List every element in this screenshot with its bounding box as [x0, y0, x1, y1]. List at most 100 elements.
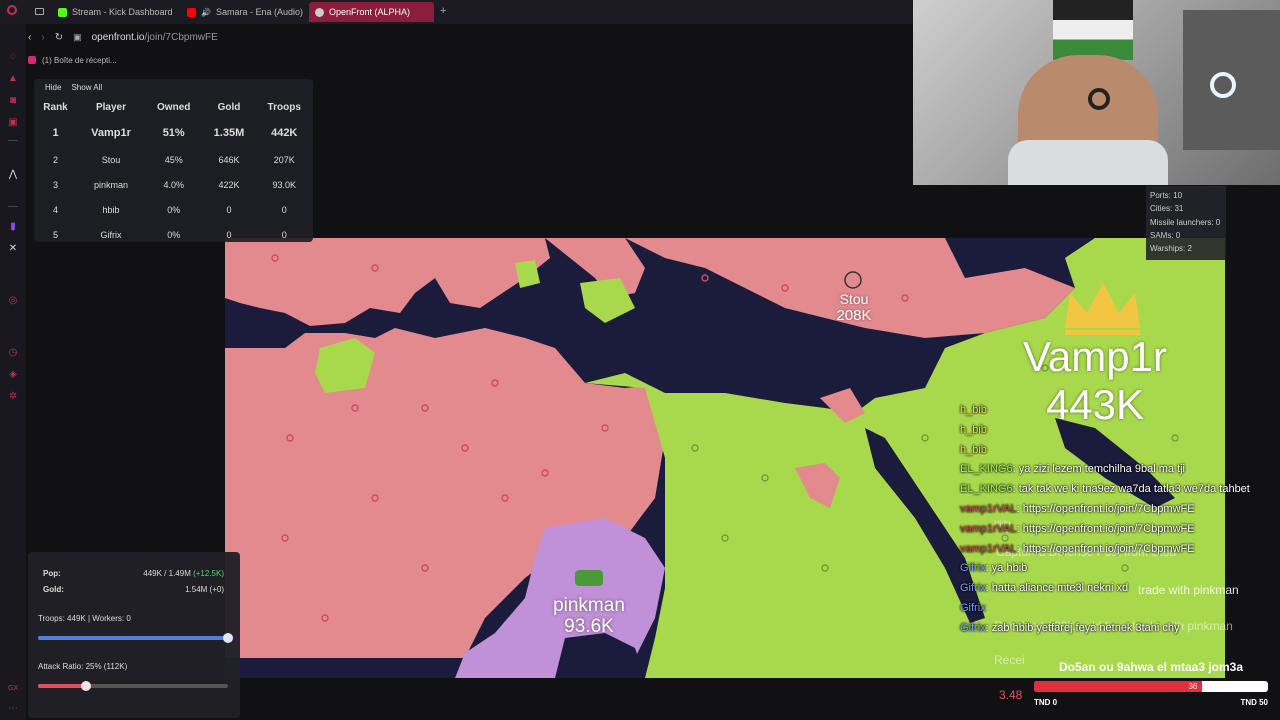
reload-icon[interactable]: ↻	[55, 32, 63, 43]
settings-icon[interactable]: ✲	[8, 392, 18, 402]
attack-ratio-slider-fill	[38, 684, 86, 688]
target-icon[interactable]: ◎	[8, 296, 18, 306]
chat-text: : https://openfront.io/join/7CbpmwFE	[1016, 522, 1195, 535]
chat-username[interactable]: Gifrix	[960, 622, 986, 634]
forward-icon[interactable]: ›	[41, 32, 44, 43]
table-row[interactable]: 3 pinkman 4.0% 422K 93.0K	[34, 172, 313, 197]
back-icon[interactable]: ‹	[28, 32, 31, 43]
player-label-stou: Stou 208K	[819, 292, 889, 323]
bookmark-item[interactable]: (1) Boîte de récepti...	[42, 56, 117, 65]
chat-username[interactable]: Gifrix	[960, 582, 986, 594]
whatsapp-icon[interactable]: ▣	[8, 118, 18, 128]
chat-message: EL_KING6: ya zizi lezem temchilha 9bal m…	[960, 463, 1185, 475]
chat-message: Gifrix: ya hbib	[960, 562, 1027, 574]
address-bar[interactable]: ‹ › ↻ ▣ openfront.io/join/7CbpmwFE	[28, 26, 928, 48]
player-troops: 443K	[1045, 381, 1145, 428]
arrow-icon[interactable]: ⋀	[8, 170, 18, 180]
cell-troops: 207K	[273, 154, 295, 165]
kick-icon	[58, 7, 67, 17]
tab-youtube-audio[interactable]: 🔊 Samara - Ena (Audio)	[181, 2, 305, 22]
tab-openfront[interactable]: OpenFront (ALPHA)	[309, 2, 434, 22]
cell-rank: 3	[53, 179, 59, 190]
troops-workers-label: Troops: 449K | Workers: 0	[38, 614, 131, 623]
header-troops: Troops	[267, 101, 301, 113]
show-all-button[interactable]: Show All	[71, 83, 102, 92]
tab-kick-dashboard[interactable]: Stream - Kick Dashboard	[52, 2, 180, 22]
bag-icon[interactable]: ▲	[8, 74, 18, 84]
speaker-icon[interactable]: 🔊	[201, 8, 211, 17]
cube-icon[interactable]: ◈	[8, 370, 18, 380]
twitch-icon[interactable]: ▮	[8, 222, 18, 232]
clock-icon[interactable]: ◷	[8, 348, 18, 358]
attack-ratio-slider-knob[interactable]	[80, 681, 91, 691]
troops-slider[interactable]	[38, 633, 233, 643]
chat-message: vamp1rVAL: https://openfront.io/join/7Cb…	[960, 543, 1195, 555]
chat-message: h_bib	[960, 424, 987, 436]
chat-text: : ya hbib	[985, 562, 1028, 575]
tab-menu-icon[interactable]	[35, 8, 44, 15]
hide-button[interactable]: Hide	[45, 83, 61, 92]
ports-count: Ports: 10	[1150, 191, 1183, 200]
opera-logo-icon[interactable]	[7, 5, 17, 15]
chat-username[interactable]: EL_KING6	[960, 463, 1013, 475]
donation-progress-fill	[1034, 681, 1203, 692]
table-row[interactable]: 4 hbib 0% 0 0	[34, 197, 313, 222]
chat-username[interactable]: vamp1rVAL	[960, 543, 1017, 555]
cell-player: hbib	[102, 204, 120, 215]
header-gold: Gold	[217, 101, 241, 113]
chat-message: Gifrix	[960, 602, 986, 614]
messenger-icon[interactable]: ◌	[8, 52, 18, 62]
chat-text: : hatta aliance mte3l nekni xd	[985, 582, 1129, 595]
troops-slider-knob[interactable]	[223, 633, 233, 643]
instagram-icon[interactable]: ◙	[8, 96, 18, 106]
cell-owned: 0%	[167, 229, 181, 240]
gold-label: Gold:	[43, 585, 64, 594]
header-rank: Rank	[43, 101, 68, 113]
gx-icon[interactable]: GX	[8, 684, 18, 694]
url-text[interactable]: openfront.io/join/7CbpmwFE	[92, 32, 218, 43]
tab-label: OpenFront (ALPHA)	[329, 7, 411, 17]
chat-username[interactable]: h_bib	[960, 444, 987, 456]
cell-troops: 0	[281, 229, 287, 240]
url-domain: openfront.io	[91, 31, 145, 43]
territory-europe-red[interactable]	[225, 238, 550, 326]
leaderboard-panel: Hide Show All Rank Player Owned Gold Tro…	[34, 79, 313, 242]
player-troops: 93.6K	[564, 616, 614, 637]
donation-goal-widget: Do5an ou 9ahwa el mtaa3 jom3a 36 TND 0 T…	[1034, 656, 1268, 712]
table-row[interactable]: 5 Gifrix 0% 0 0	[34, 222, 313, 247]
cell-troops: 442K	[271, 126, 298, 139]
x-icon[interactable]: ✕	[8, 244, 18, 254]
cell-gold: 0	[226, 204, 232, 215]
leaderboard-header: Rank Player Owned Gold Troops	[34, 96, 313, 118]
chat-text: : tak tak we ki tna9ez wa7da tatla3 we7d…	[1012, 483, 1250, 496]
chat-message: Gifrix: hatta aliance mte3l nekni xd	[960, 582, 1128, 594]
cell-owned: 4.0%	[163, 179, 184, 190]
cell-rank: 4	[53, 204, 59, 215]
cell-gold: 422K	[218, 179, 240, 190]
chat-username[interactable]: EL_KING6	[960, 483, 1013, 495]
more-icon[interactable]: ⋯	[8, 704, 18, 714]
instagram-icon	[28, 56, 36, 64]
chat-username[interactable]: h_bib	[960, 424, 987, 436]
url-path: /join/7CbpmwFE	[144, 31, 218, 43]
cell-rank: 1	[52, 126, 59, 139]
chat-message: vamp1rVAL: https://openfront.io/join/7Cb…	[960, 523, 1195, 535]
game-timer: 3.48	[999, 688, 1023, 702]
table-row[interactable]: 2 Stou 45% 646K 207K	[34, 147, 313, 172]
chat-username[interactable]: vamp1rVAL	[960, 503, 1017, 515]
webcam-ring-light	[1210, 72, 1236, 98]
chat-username[interactable]: Gifrix	[960, 562, 986, 574]
headphones-icon	[1088, 88, 1110, 110]
header-owned: Owned	[157, 101, 191, 113]
chat-username[interactable]: vamp1rVAL	[960, 523, 1017, 535]
donation-max: TND 50	[1240, 698, 1268, 707]
chat-username[interactable]: Gifrix	[960, 602, 986, 614]
donation-min: TND 0	[1034, 698, 1058, 707]
chat-text: : zab hbib yetfarej feya netnek 3tani ch…	[985, 621, 1180, 634]
new-tab-button[interactable]: +	[440, 5, 446, 17]
chat-text: : ya zizi lezem temchilha 9bal ma tji	[1012, 463, 1185, 476]
table-row[interactable]: 1 Vamp1r 51% 1.35M 442K	[34, 118, 313, 147]
player-control-panel: Pop: 449K / 1.49M (+12.5K) Gold: 1.54M (…	[28, 552, 240, 718]
attack-ratio-slider[interactable]	[38, 681, 228, 691]
chat-username[interactable]: h_bib	[960, 404, 987, 416]
